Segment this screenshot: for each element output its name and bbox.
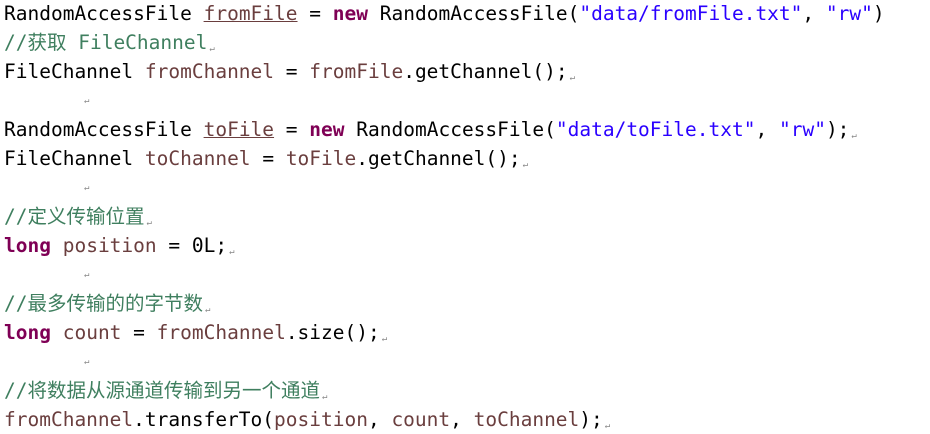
paragraph-mark-icon: ↵ [84, 183, 90, 193]
string-literal: "data/fromFile.txt" [579, 2, 803, 25]
literal: 0L; [191, 234, 228, 257]
type-name: FileChannel [4, 147, 134, 170]
paragraph-mark-icon: ↵ [229, 247, 235, 257]
paragraph-mark-icon: ↵ [84, 270, 90, 280]
punctuation: ); [579, 408, 603, 431]
variable-ref: toFile [285, 147, 357, 170]
paragraph-mark-icon: ↵ [84, 96, 90, 106]
operator: = [262, 147, 275, 170]
punctuation: ); [825, 118, 850, 141]
type-name: RandomAccessFile [4, 118, 192, 141]
variable-name: fromFile [203, 2, 298, 25]
comment: //获取 FileChannel [4, 31, 208, 54]
string-literal: "rw" [778, 118, 826, 141]
argument: position [274, 408, 368, 431]
operator: = [133, 321, 145, 344]
variable-name: toFile [203, 118, 275, 141]
code-line-6: FileChannel toChannel = toFile.getChanne… [4, 147, 528, 171]
comment: //将数据从源通道传输到另一个通道 [4, 379, 320, 402]
code-line-14: //将数据从源通道传输到另一个通道 ↵ [4, 379, 327, 403]
keyword: new [309, 118, 345, 141]
variable-name: fromChannel [144, 60, 275, 83]
punctuation: , [450, 408, 474, 431]
variable-ref: fromFile [309, 60, 404, 83]
comment: //定义传输位置 [4, 205, 145, 228]
paragraph-mark-icon: ↵ [569, 73, 575, 83]
punctuation: , [802, 2, 815, 25]
paragraph-mark-icon: ↵ [522, 160, 529, 170]
string-literal: "data/toFile.txt" [555, 118, 756, 141]
code-line-8: //定义传输位置 ↵ [4, 205, 152, 229]
constructor-call: RandomAccessFile( [356, 118, 556, 141]
variable-name: position [62, 234, 157, 257]
code-line-15: fromChannel.transferTo(position, count, … [4, 408, 610, 432]
paragraph-mark-icon: ↵ [84, 357, 90, 367]
operator: = [285, 60, 298, 83]
string-literal: "rw" [825, 2, 873, 25]
paragraph-mark-icon: ↵ [851, 131, 857, 141]
variable-name: toChannel [144, 147, 251, 170]
keyword: new [332, 2, 368, 25]
method-call: .getChannel(); [403, 60, 568, 83]
method-call: .getChannel(); [356, 147, 521, 170]
type-name: RandomAccessFile [4, 2, 192, 25]
paragraph-mark-icon: ↵ [381, 334, 388, 344]
constructor-call: RandomAccessFile( [379, 2, 580, 25]
keyword: long [4, 321, 51, 344]
code-line-11: //最多传输的的字节数 ↵ [4, 292, 210, 316]
paragraph-mark-icon: ↵ [204, 305, 211, 315]
paragraph-mark-icon: ↵ [209, 44, 215, 54]
keyword: long [4, 234, 51, 257]
operator: = [309, 2, 322, 25]
variable-ref: fromChannel [4, 408, 134, 431]
code-line-9: long position = 0L; ↵ [4, 234, 235, 258]
method-call: .transferTo( [133, 408, 275, 431]
code-line-2: //获取 FileChannel ↵ [4, 31, 215, 55]
operator: = [285, 118, 298, 141]
type-name: FileChannel [4, 60, 134, 83]
variable-name: count [62, 321, 122, 344]
punctuation: , [367, 408, 392, 431]
argument: count [391, 408, 451, 431]
variable-ref: fromChannel [156, 321, 286, 344]
code-editor[interactable]: RandomAccessFile fromFile = new RandomAc… [0, 0, 930, 434]
paragraph-mark-icon: ↵ [604, 421, 611, 431]
code-line-3: FileChannel fromChannel = fromFile.getCh… [4, 60, 575, 84]
operator: = [168, 234, 181, 257]
paragraph-mark-icon: ↵ [146, 218, 152, 228]
code-line-1: RandomAccessFile fromFile = new RandomAc… [4, 2, 885, 26]
argument: toChannel [473, 408, 580, 431]
punctuation: ) [872, 2, 885, 25]
code-line-5: RandomAccessFile toFile = new RandomAcce… [4, 118, 857, 142]
comment: //最多传输的的字节数 [4, 292, 203, 315]
code-line-12: long count = fromChannel.size(); ↵ [4, 321, 387, 345]
method-call: .size(); [285, 321, 380, 344]
paragraph-mark-icon: ↵ [321, 392, 328, 402]
punctuation: , [755, 118, 768, 141]
